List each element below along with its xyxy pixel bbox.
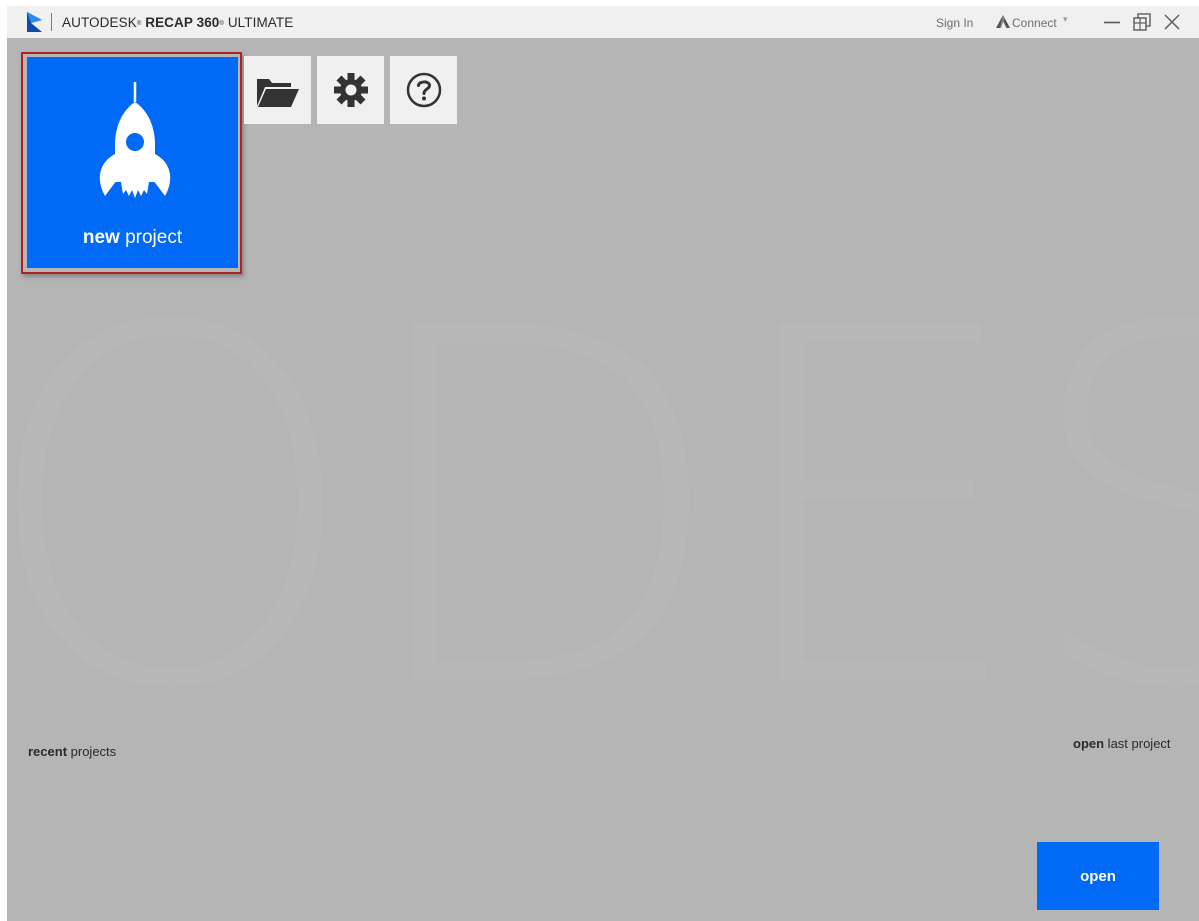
sign-in-link[interactable]: Sign In bbox=[936, 16, 973, 30]
minimize-button[interactable] bbox=[1100, 10, 1124, 34]
rocket-icon bbox=[99, 82, 171, 198]
autodesk-a-icon bbox=[996, 15, 1010, 28]
chevron-down-icon: ▾ bbox=[1063, 14, 1068, 24]
title-separator bbox=[51, 13, 52, 31]
recent-label-bold: recent bbox=[28, 744, 68, 759]
recent-projects-label: recent projects bbox=[28, 744, 116, 759]
autodesk-watermark: ODESK bbox=[7, 225, 1199, 796]
recap-logo-icon bbox=[27, 12, 42, 32]
restore-button[interactable] bbox=[1130, 10, 1154, 34]
title-bar: AUTODESK® RECAP 360® ULTIMATE Sign In Co… bbox=[7, 6, 1199, 38]
close-button[interactable] bbox=[1160, 10, 1184, 34]
product-name: RECAP 360 bbox=[145, 15, 220, 30]
open-last-project-button[interactable]: open bbox=[1037, 842, 1159, 910]
help-icon bbox=[406, 72, 442, 108]
open-last-project-label: open last project bbox=[1073, 736, 1171, 751]
open-last-label-bold: open bbox=[1073, 736, 1105, 751]
close-icon bbox=[1164, 14, 1180, 30]
restore-icon bbox=[1133, 13, 1151, 31]
new-project-label-rest: project bbox=[119, 227, 183, 248]
gear-icon bbox=[334, 73, 368, 107]
registered-mark-2: ® bbox=[219, 21, 224, 27]
brand-name: AUTODESK bbox=[62, 15, 137, 30]
open-folder-button[interactable] bbox=[244, 56, 311, 124]
settings-button[interactable] bbox=[317, 56, 384, 124]
new-project-label: new project bbox=[27, 227, 238, 249]
connect-label: Connect bbox=[1012, 16, 1057, 30]
new-project-label-bold: new bbox=[82, 227, 120, 248]
new-project-button[interactable]: new project bbox=[27, 57, 238, 268]
help-button[interactable] bbox=[390, 56, 457, 124]
open-last-label-rest: last project bbox=[1104, 736, 1171, 751]
edition-name: ULTIMATE bbox=[227, 15, 294, 30]
app-title: AUTODESK® RECAP 360® ULTIMATE bbox=[62, 15, 293, 30]
registered-mark: ® bbox=[136, 21, 142, 27]
minimize-icon bbox=[1104, 21, 1120, 24]
folder-open-icon bbox=[257, 79, 299, 107]
app-window: AUTODESK® RECAP 360® ULTIMATE Sign In Co… bbox=[7, 6, 1199, 921]
recent-label-rest: projects bbox=[67, 744, 117, 759]
